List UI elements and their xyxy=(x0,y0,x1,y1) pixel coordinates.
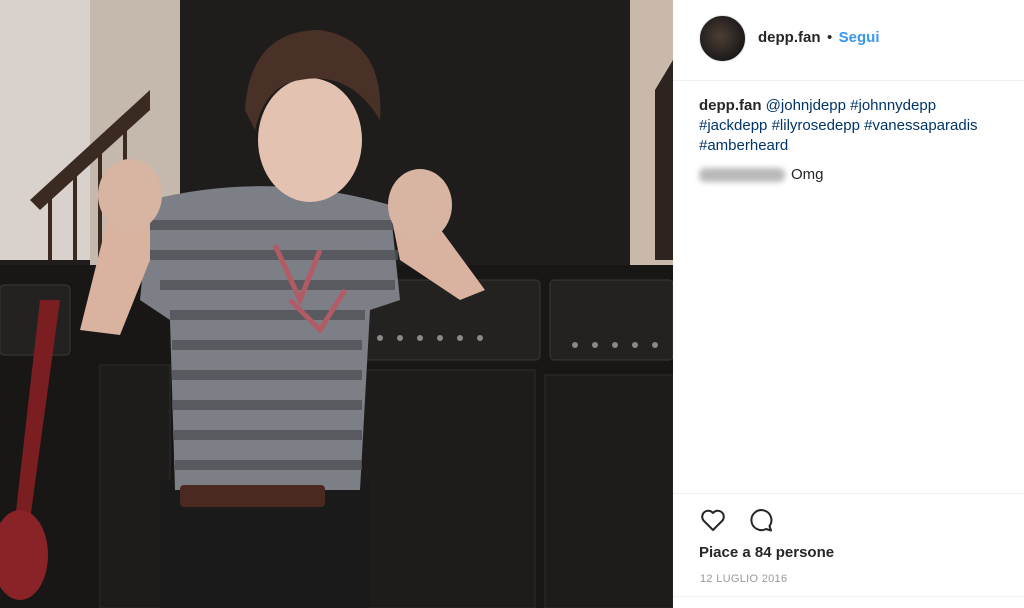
hashtag-link[interactable]: #amberheard xyxy=(699,137,788,154)
post-date[interactable]: 12 LUGLIO 2016 xyxy=(700,573,787,585)
header-username[interactable]: depp.fan xyxy=(758,29,821,46)
hashtag-link[interactable]: #jackdepp xyxy=(699,117,767,134)
mention-link[interactable]: @johnjdepp xyxy=(766,97,846,114)
post-header: depp.fan • Segui xyxy=(699,14,880,62)
post-photo[interactable] xyxy=(0,0,673,608)
comment-text: Omg xyxy=(791,166,824,183)
photo-illustration xyxy=(0,0,673,608)
heart-outline-icon[interactable] xyxy=(699,506,727,534)
hashtag-link[interactable]: #lilyrosedepp xyxy=(772,117,860,134)
avatar[interactable] xyxy=(699,14,746,62)
caption-username[interactable]: depp.fan xyxy=(699,97,762,114)
speech-bubble-icon[interactable] xyxy=(747,506,775,534)
action-bar xyxy=(699,506,775,534)
header-divider xyxy=(673,80,1024,81)
comment: Omg xyxy=(699,165,824,185)
hashtag-link[interactable]: #johnnydepp xyxy=(850,97,936,114)
follow-button[interactable]: Segui xyxy=(839,29,880,46)
bottom-divider xyxy=(673,596,1024,597)
separator-dot: • xyxy=(826,29,833,46)
post-side-panel: depp.fan • Segui depp.fan @johnjdepp #jo… xyxy=(673,0,1024,608)
likes-count[interactable]: Piace a 84 persone xyxy=(699,544,834,561)
actions-divider xyxy=(673,493,1024,494)
caption: depp.fan @johnjdepp #johnnydepp #jackdep… xyxy=(699,96,999,156)
blurred-commenter-username[interactable] xyxy=(699,168,785,183)
hashtag-link[interactable]: #vanessaparadis xyxy=(864,117,977,134)
